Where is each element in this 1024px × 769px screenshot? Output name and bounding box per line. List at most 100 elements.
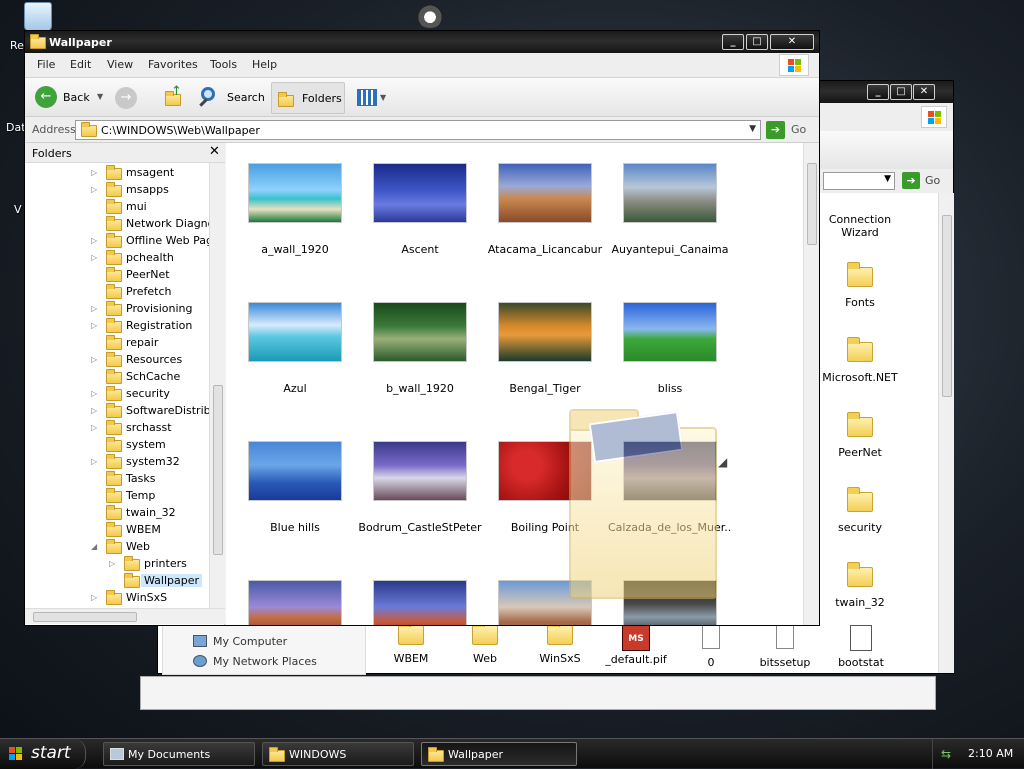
go-button[interactable]: ➔ Go (766, 121, 812, 139)
file-name-label[interactable]: bliss (608, 382, 732, 395)
back-folder-item[interactable]: Fonts (820, 262, 900, 317)
tree-item[interactable]: repair (25, 335, 210, 352)
tree-item[interactable]: ▷ srchasst (25, 420, 210, 437)
back-bottom-item[interactable]: 0 (681, 625, 741, 669)
tree-item[interactable]: ▷ Offline Web Pages (25, 233, 210, 250)
back-bottom-item[interactable]: bootstat (826, 625, 896, 669)
tree-expand-icon[interactable]: ▷ (109, 559, 115, 568)
files-vertical-scrollbar[interactable] (803, 143, 819, 625)
task-button-wallpaper[interactable]: Wallpaper (421, 742, 577, 766)
scroll-thumb[interactable] (807, 163, 817, 245)
back-address-dropdown[interactable]: ▼ (823, 172, 895, 190)
tree-horizontal-scrollbar[interactable] (25, 608, 225, 624)
address-field[interactable]: C:\WINDOWS\Web\Wallpaper ▼ (75, 120, 761, 140)
tree-item[interactable]: ▷ SoftwareDistribution (25, 403, 210, 420)
tree-expand-icon[interactable]: ▷ (91, 406, 97, 415)
back-bottom-item[interactable]: WBEM (381, 620, 441, 665)
tree-item[interactable]: ▷ system32 (25, 454, 210, 471)
wallpaper-thumbnail[interactable] (373, 580, 467, 625)
minimize-button[interactable]: _ (722, 34, 744, 50)
wallpaper-thumbnail[interactable] (373, 441, 467, 501)
tree-item[interactable]: ▷ Resources (25, 352, 210, 369)
wallpaper-thumbnail[interactable] (623, 163, 717, 223)
tree-expand-icon[interactable]: ▷ (91, 593, 97, 602)
tree-item[interactable]: ▷ WinSxS (25, 590, 210, 607)
back-folder-item[interactable]: Microsoft.NET (820, 337, 900, 392)
back-folder-item[interactable]: PeerNet (820, 412, 900, 467)
back-bottom-item[interactable]: MS _default.pif (601, 625, 671, 666)
tree-item[interactable]: PeerNet (25, 267, 210, 284)
file-name-label[interactable]: b_wall_1920 (358, 382, 482, 395)
wallpaper-thumbnail[interactable] (248, 302, 342, 362)
scroll-thumb[interactable] (33, 612, 137, 622)
tree-collapse-icon[interactable]: ◢ (91, 542, 97, 551)
window-titlebar[interactable]: Wallpaper _ □ ✕ (25, 31, 819, 53)
tree-item[interactable]: ▷ msapps (25, 182, 210, 199)
menu-file[interactable]: File (37, 58, 55, 71)
tree-item[interactable]: Tasks (25, 471, 210, 488)
tree-expand-icon[interactable]: ▷ (91, 321, 97, 330)
wallpaper-thumbnail[interactable] (623, 302, 717, 362)
back-vertical-scrollbar[interactable] (938, 193, 954, 673)
forward-button[interactable]: → (113, 86, 139, 112)
tree-item[interactable]: ◢ Web (25, 539, 210, 556)
wallpaper-thumbnail[interactable] (498, 163, 592, 223)
file-name-label[interactable]: Ascent (358, 243, 482, 256)
mascot-icon[interactable] (416, 4, 444, 28)
tree-item[interactable]: twain_32 (25, 505, 210, 522)
search-button[interactable]: Search (197, 84, 265, 112)
file-name-label[interactable]: Blue hills (233, 521, 357, 534)
back-bottom-item[interactable]: WinSxS (530, 620, 590, 665)
tree-expand-icon[interactable]: ▷ (91, 389, 97, 398)
file-name-label[interactable]: Bengal_Tiger (483, 382, 607, 395)
wallpaper-window[interactable]: Wallpaper _ □ ✕ File Edit View Favorites… (24, 30, 820, 626)
recycle-bin-icon[interactable] (24, 2, 52, 32)
menu-favorites[interactable]: Favorites (148, 58, 198, 71)
back-button[interactable]: ← Back ▼ (33, 84, 109, 112)
close-button[interactable]: ✕ (770, 34, 814, 50)
tree-expand-icon[interactable]: ▷ (91, 185, 97, 194)
wallpaper-thumbnail[interactable] (248, 441, 342, 501)
menu-view[interactable]: View (107, 58, 133, 71)
menu-tools[interactable]: Tools (210, 58, 237, 71)
minimize-button[interactable]: _ (867, 84, 889, 100)
wallpaper-thumbnail[interactable] (248, 163, 342, 223)
scroll-thumb[interactable] (213, 385, 223, 555)
start-button[interactable]: start (0, 739, 86, 769)
wallpaper-thumbnail[interactable] (373, 163, 467, 223)
desktop-icon-label[interactable]: Re (10, 39, 24, 52)
task-button-windows[interactable]: WINDOWS (262, 742, 414, 766)
network-tray-icon[interactable]: ⇆ (941, 747, 951, 761)
tree-item[interactable]: Wallpaper (25, 573, 210, 590)
tree-expand-icon[interactable]: ▷ (91, 423, 97, 432)
wallpaper-thumbnail[interactable] (248, 580, 342, 625)
tree-item[interactable]: WBEM (25, 522, 210, 539)
close-button[interactable]: ✕ (913, 84, 935, 100)
views-button[interactable]: ▼ (355, 86, 389, 112)
back-folder-item[interactable]: security (820, 487, 900, 542)
tree-item[interactable]: ▷ pchealth (25, 250, 210, 267)
back-bottom-item[interactable]: bitssetup (750, 625, 820, 669)
back-go-label[interactable]: Go (925, 174, 940, 187)
file-name-label[interactable]: Bodrum_CastleStPeter (358, 521, 482, 534)
tree-expand-icon[interactable]: ▷ (91, 355, 97, 364)
maximize-button[interactable]: □ (890, 84, 912, 100)
task-button-my-documents[interactable]: My Documents (103, 742, 255, 766)
tree-item[interactable]: SchCache (25, 369, 210, 386)
go-arrow-icon[interactable]: ➔ (902, 172, 920, 189)
wallpaper-thumbnail[interactable] (373, 302, 467, 362)
tree-item[interactable]: ▷ msagent (25, 165, 210, 182)
tree-item[interactable]: Temp (25, 488, 210, 505)
menu-edit[interactable]: Edit (70, 58, 91, 71)
desktop-icon-label[interactable]: V (14, 203, 22, 216)
maximize-button[interactable]: □ (746, 34, 768, 50)
back-folder-item[interactable]: Connection Wizard (820, 213, 900, 257)
up-button[interactable]: ↑ (163, 84, 187, 112)
tree-item[interactable]: Prefetch (25, 284, 210, 301)
tree-expand-icon[interactable]: ▷ (91, 304, 97, 313)
back-bottom-item[interactable]: Web (455, 620, 515, 665)
tree-expand-icon[interactable]: ▷ (91, 253, 97, 262)
tree-vertical-scrollbar[interactable] (209, 163, 225, 608)
file-name-label[interactable]: a_wall_1920 (233, 243, 357, 256)
place-link[interactable]: My Network Places (213, 655, 317, 668)
